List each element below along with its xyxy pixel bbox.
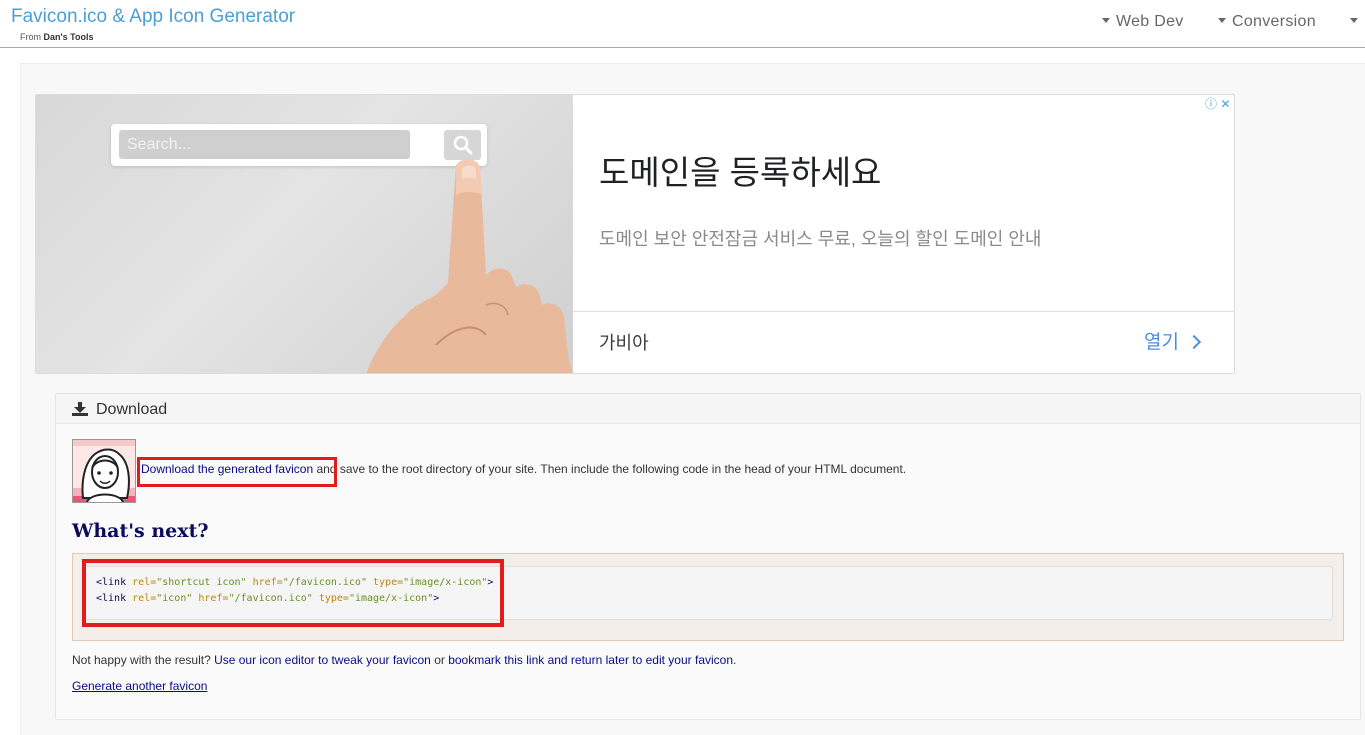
highlight-box-code: [82, 559, 504, 627]
whats-next-heading: What's next?: [72, 520, 209, 542]
nav-conversion-dropdown[interactable]: Conversion: [1218, 13, 1316, 31]
magnifier-icon: [453, 135, 473, 155]
unhappy-line: Not happy with the result? Use our icon …: [72, 653, 736, 667]
nav-conversion-label: Conversion: [1232, 13, 1316, 30]
icon-editor-link[interactable]: Use our icon editor to tweak your favico…: [214, 653, 431, 667]
ad-description[interactable]: 도메인 보안 안전잠금 서비스 무료, 오늘의 할인 도메인 안내: [599, 225, 1041, 251]
caret-down-icon: [1218, 18, 1226, 24]
brand[interactable]: Favicon.ico & App Icon Generator: [11, 6, 295, 28]
download-instructions-rest: and save to the root directory of your s…: [313, 462, 907, 476]
caret-down-icon: [1102, 18, 1110, 24]
ad-choices[interactable]: ⓘ ✕: [1205, 95, 1230, 112]
download-panel-header: Download: [56, 394, 1360, 424]
period-text: .: [733, 653, 737, 667]
site-subtitle: From Dan's Tools: [20, 32, 93, 42]
ad-image[interactable]: Search...: [36, 95, 573, 373]
ad-advertiser[interactable]: 가비아: [599, 329, 649, 355]
favicon-face-image: [73, 440, 135, 502]
unhappy-prefix: Not happy with the result?: [72, 653, 215, 667]
close-ad-icon[interactable]: ✕: [1220, 97, 1230, 111]
nav-webdev-dropdown[interactable]: Web Dev: [1102, 13, 1184, 31]
generate-another-link[interactable]: Generate another favicon: [72, 679, 207, 693]
download-icon: [72, 402, 88, 416]
subtitle-brand: Dan's Tools: [43, 32, 94, 42]
ad-open-label: 열기: [1144, 332, 1179, 353]
download-panel: Download Download the generated favicon …: [55, 393, 1361, 720]
nav-more-dropdown[interactable]: [1350, 13, 1364, 31]
nav-webdev-label: Web Dev: [1116, 13, 1184, 30]
bookmark-link[interactable]: bookmark this link and return later to e…: [448, 653, 733, 667]
highlight-box-download-link: [137, 457, 337, 487]
top-navbar: Favicon.ico & App Icon Generator From Da…: [0, 0, 1365, 48]
ad-headline[interactable]: 도메인을 등록하세요: [599, 153, 881, 193]
site-title[interactable]: Favicon.ico & App Icon Generator: [11, 6, 295, 28]
advertisement[interactable]: Search... ⓘ ✕ 도메인을 등록하세요 도메인 보안 안전잠금 서비스…: [35, 94, 1235, 374]
or-text: or: [430, 653, 449, 667]
subtitle-prefix: From: [20, 32, 44, 42]
caret-down-icon: [1350, 18, 1358, 24]
info-icon[interactable]: ⓘ: [1205, 95, 1217, 112]
pointing-hand-image: [366, 159, 573, 373]
favicon-preview: [72, 439, 136, 503]
ad-open-button[interactable]: 열기: [1144, 327, 1202, 354]
chevron-right-icon: [1186, 334, 1202, 350]
download-title: Download: [96, 401, 168, 418]
ad-divider: [573, 311, 1234, 312]
